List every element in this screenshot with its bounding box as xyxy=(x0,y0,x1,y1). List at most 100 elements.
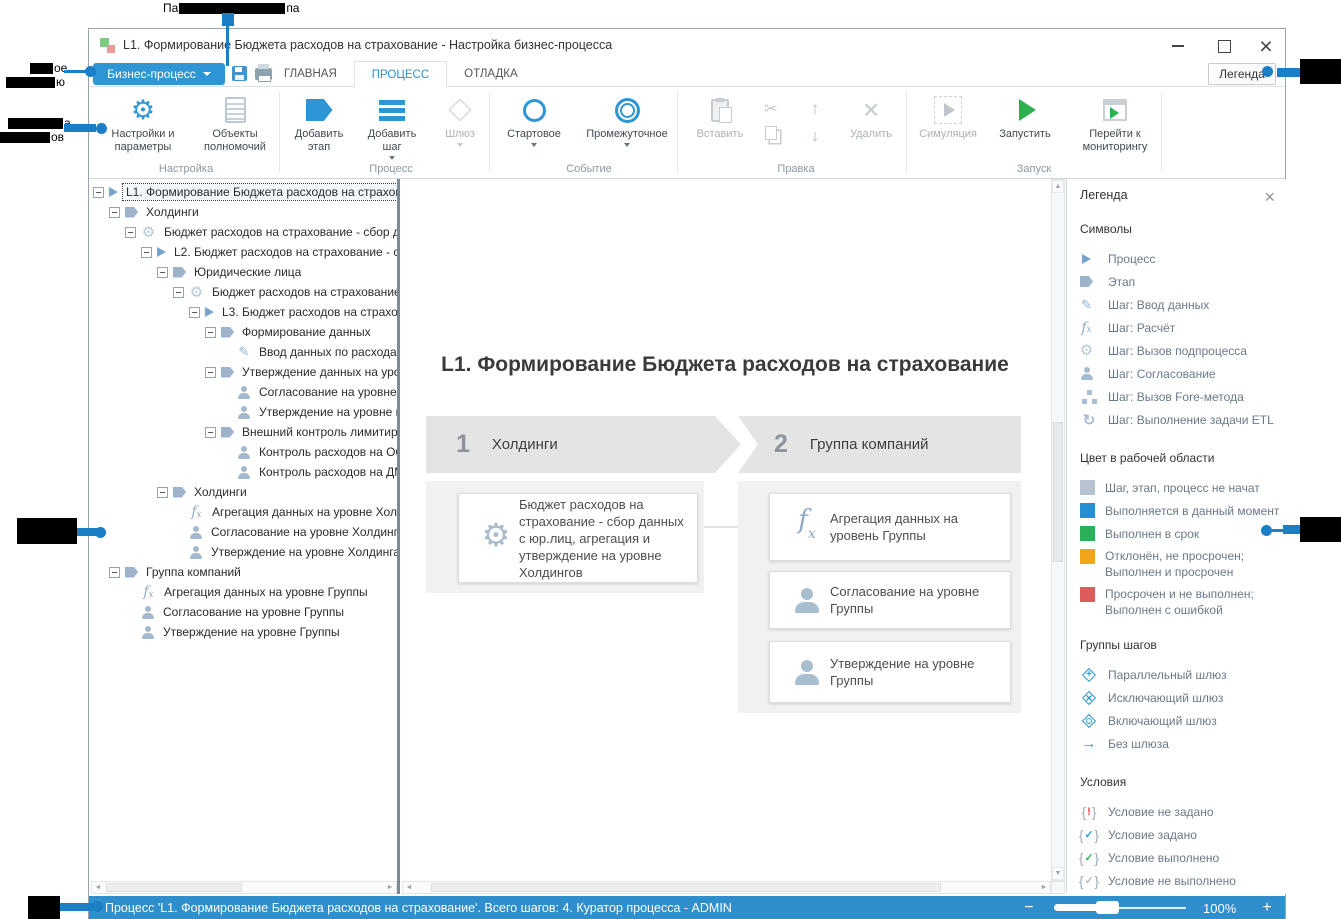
tree-item[interactable]: Утверждение на уровне юр.лица xyxy=(89,402,397,422)
collapse-icon[interactable] xyxy=(93,187,104,198)
collapse-icon[interactable] xyxy=(125,227,136,238)
go-to-monitoring-button[interactable]: Перейти к мониторингу xyxy=(1069,92,1161,164)
business-process-menu-button[interactable]: Бизнес-процесс xyxy=(93,63,225,85)
maximize-button[interactable] xyxy=(1209,36,1239,56)
legend-item: Исключающий шлюз xyxy=(1080,686,1287,709)
close-icon[interactable] xyxy=(1264,187,1275,208)
tree-item[interactable]: Утверждение на уровне Холдинга xyxy=(89,542,397,562)
tree-item[interactable]: Утверждение на уровне Группы xyxy=(89,622,397,642)
move-down-icon[interactable] xyxy=(811,126,820,146)
legend-item-label: Шаг, этап, процесс не начат xyxy=(1105,481,1260,495)
tree-item[interactable]: Согласование на уровне юр.лица xyxy=(89,382,397,402)
tree-item[interactable]: Агрегация данных на уровне Холдинга xyxy=(89,502,397,522)
scrollbar-thumb[interactable] xyxy=(1053,422,1063,562)
tree-item[interactable]: Холдинги xyxy=(89,202,397,222)
zoom-out-button[interactable] xyxy=(1019,896,1039,919)
gateway-button[interactable]: Шлюз xyxy=(431,92,489,164)
legend-item: Шаг, этап, процесс не начат xyxy=(1080,476,1287,499)
tree-item[interactable]: L1. Формирование Бюджета расходов на стр… xyxy=(89,182,397,202)
tree-horizontal-scrollbar[interactable]: ◄ ► xyxy=(91,881,397,894)
callout-line xyxy=(226,26,229,66)
title-bar[interactable]: L1. Формирование Бюджета расходов на стр… xyxy=(89,29,1285,61)
tab-process[interactable]: ПРОЦЕСС xyxy=(354,61,447,88)
vertical-scrollbar[interactable]: ▲ ▼ xyxy=(1051,179,1065,881)
calc-icon xyxy=(189,504,204,520)
step-card-subprocess[interactable]: Бюджет расходов на страхование - сбор да… xyxy=(458,493,698,583)
zoom-slider-thumb[interactable] xyxy=(1096,901,1119,914)
collapse-icon[interactable] xyxy=(205,327,216,338)
zoom-in-button[interactable] xyxy=(1257,896,1277,919)
tree-item[interactable]: Формирование данных xyxy=(89,322,397,342)
tree-item[interactable]: Согласование на уровне Холдинга xyxy=(89,522,397,542)
legend-item: Процесс xyxy=(1080,247,1287,270)
tab-debug[interactable]: ОТЛАДКА xyxy=(447,61,534,87)
subprocess-icon xyxy=(1079,343,1094,358)
canvas-horizontal-scrollbar[interactable]: ◄ ► xyxy=(402,881,1051,894)
settings-parameters-button[interactable]: Настройки и параметры xyxy=(101,92,185,164)
move-up-icon[interactable] xyxy=(811,99,820,119)
person-icon xyxy=(237,406,251,419)
collapse-icon[interactable] xyxy=(157,267,168,278)
scrollbar-thumb[interactable] xyxy=(106,883,242,892)
legend-item: Без шлюза xyxy=(1080,732,1287,755)
tree-item[interactable]: Юридические лица xyxy=(89,262,397,282)
simulation-button[interactable]: Симуляция xyxy=(913,92,983,164)
window-title: L1. Формирование Бюджета расходов на стр… xyxy=(123,38,612,52)
scissors-icon[interactable] xyxy=(764,99,777,119)
stage-band-1[interactable]: 1 Холдинги xyxy=(426,416,741,473)
zoom-slider-track[interactable] xyxy=(1054,904,1100,911)
collapse-icon[interactable] xyxy=(109,207,120,218)
tree-item-label: Согласование на уровне юр.лица xyxy=(256,384,397,400)
diagram-canvas[interactable]: L1. Формирование Бюджета расходов на стр… xyxy=(400,179,1051,881)
save-icon[interactable] xyxy=(232,66,247,81)
legend-item-label: Шаг: Вызов Fore-метода xyxy=(1108,390,1244,404)
callout-dot xyxy=(96,123,107,134)
close-button[interactable] xyxy=(1251,36,1281,56)
intermediate-event-button[interactable]: Промежуточное xyxy=(581,92,673,164)
inclusive-gateway-icon xyxy=(1081,713,1097,729)
tree-item[interactable]: Утверждение данных на уровне компании xyxy=(89,362,397,382)
tree-item[interactable]: Бюджет расходов на страхование - сбор да… xyxy=(89,222,397,242)
collapse-icon[interactable] xyxy=(173,287,184,298)
legend-item: Просрочен и не выполнен; Выполнен с ошиб… xyxy=(1080,586,1287,618)
collapse-icon[interactable] xyxy=(157,487,168,498)
tree-item[interactable]: Внешний контроль лимитируемых xyxy=(89,422,397,442)
tree-item-label: Утверждение данных на уровне компании xyxy=(239,364,397,380)
collapse-icon[interactable] xyxy=(109,567,120,578)
tree-item[interactable]: L3. Бюджет расходов на страхование xyxy=(89,302,397,322)
tree-item[interactable]: Контроль расходов на ДМС xyxy=(89,462,397,482)
minimize-button[interactable] xyxy=(1163,36,1193,56)
tree-item[interactable]: L2. Бюджет расходов на страхование - сбо… xyxy=(89,242,397,262)
group-divider xyxy=(489,92,490,172)
step-card-approval[interactable]: Согласование на уровне Группы xyxy=(769,571,1011,629)
copy-icon[interactable] xyxy=(765,126,777,140)
collapse-icon[interactable] xyxy=(205,427,216,438)
add-step-button[interactable]: Добавить шаг xyxy=(357,92,427,164)
permission-objects-button[interactable]: Объекты полномочий xyxy=(191,92,279,164)
tree-item[interactable]: Ввод данных по расходам на страхование xyxy=(89,342,397,362)
collapse-icon[interactable] xyxy=(205,367,216,378)
callout-dot xyxy=(1261,525,1272,536)
group-divider xyxy=(1161,92,1162,172)
collapse-icon[interactable] xyxy=(141,247,152,258)
tree-item[interactable]: Бюджет расходов на страхование - формиро… xyxy=(89,282,397,302)
tree-item[interactable]: Контроль расходов на ОСАГО xyxy=(89,442,397,462)
tab-main[interactable]: ГЛАВНАЯ xyxy=(267,61,354,87)
tree-item[interactable]: Агрегация данных на уровне Группы xyxy=(89,582,397,602)
step-card-confirmation[interactable]: Утверждение на уровне Группы xyxy=(769,641,1011,703)
scrollbar-thumb[interactable] xyxy=(431,883,941,892)
tree-item[interactable]: Группа компаний xyxy=(89,562,397,582)
delete-button[interactable]: Удалить xyxy=(836,92,906,164)
subprocess-icon xyxy=(141,225,156,240)
tree-item[interactable]: Холдинги xyxy=(89,482,397,502)
start-event-button[interactable]: Стартовое xyxy=(499,92,569,164)
step-card-aggregation[interactable]: Агрегация данных на уровень Группы xyxy=(769,493,1011,561)
stage-band-2[interactable]: 2 Группа компаний xyxy=(738,416,1021,473)
paste-button[interactable]: Вставить xyxy=(685,92,755,164)
tree-item[interactable]: Согласование на уровне Группы xyxy=(89,602,397,622)
run-button[interactable]: Запустить xyxy=(990,92,1060,164)
collapse-icon[interactable] xyxy=(189,307,200,318)
add-stage-button[interactable]: Добавить этап xyxy=(285,92,353,164)
legend-section-conditions: Условия xyxy=(1080,775,1287,789)
calc-icon xyxy=(1079,320,1094,336)
